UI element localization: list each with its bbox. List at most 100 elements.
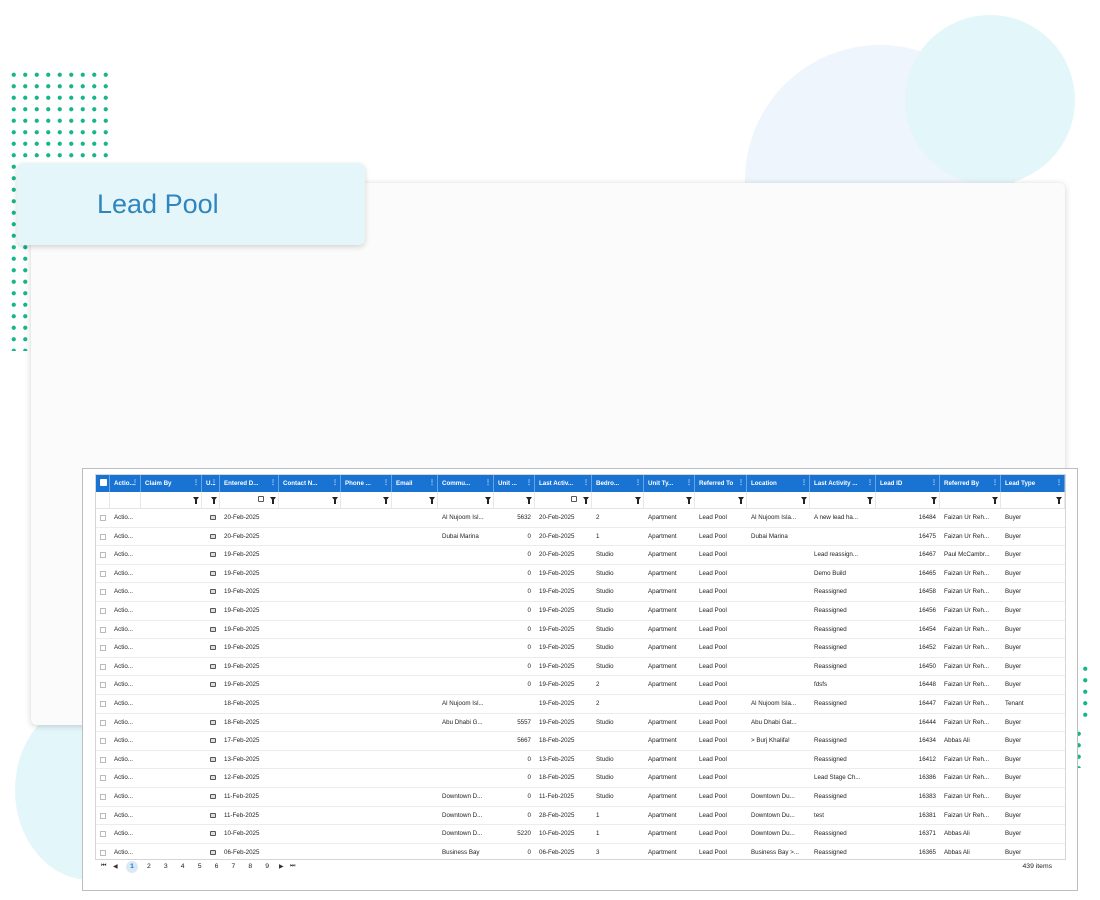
calendar-icon[interactable] <box>258 496 264 502</box>
page-number-button[interactable]: 9 <box>261 861 273 873</box>
column-header-sel[interactable] <box>96 475 110 492</box>
filter-cell-community[interactable] <box>438 492 494 508</box>
cell-action[interactable]: Actio... <box>110 621 141 639</box>
table-row[interactable]: Actio... 19-Feb-2025 0 19-Feb-2025 Studio Apa… <box>96 658 1065 677</box>
filter-cell-sel[interactable] <box>96 492 110 508</box>
filter-icon[interactable] <box>526 497 532 504</box>
row-checkbox[interactable] <box>100 552 106 559</box>
column-header-phone[interactable]: Phone ... ⋮ <box>341 475 392 492</box>
filter-icon[interactable] <box>332 497 338 504</box>
row-checkbox[interactable] <box>100 626 106 633</box>
filter-cell-claim_by[interactable] <box>141 492 202 508</box>
page-number-button[interactable]: 6 <box>211 861 223 873</box>
page-number-button[interactable]: 7 <box>227 861 239 873</box>
cell-action[interactable]: Actio... <box>110 602 141 620</box>
row-checkbox[interactable] <box>100 794 106 800</box>
column-menu-icon[interactable]: ⋮ <box>485 475 491 492</box>
table-row[interactable]: Actio... 19-Feb-2025 0 20-Feb-2025 Studio Apa… <box>96 546 1065 565</box>
column-header-action[interactable]: Actio... ⋮ <box>110 475 141 492</box>
cell-action[interactable]: Actio... <box>110 807 141 825</box>
table-row[interactable]: Actio... 10-Feb-2025 Downtown D... 5220 10-F… <box>96 825 1065 844</box>
filter-icon[interactable] <box>801 497 807 504</box>
cell-action[interactable]: Actio... <box>110 658 141 676</box>
column-header-entered[interactable]: Entered D... ⋮ <box>220 475 279 492</box>
row-checkbox[interactable] <box>100 533 106 540</box>
filter-cell-entered[interactable] <box>220 492 279 508</box>
cell-action[interactable]: Actio... <box>110 788 141 806</box>
filter-icon[interactable] <box>193 497 199 504</box>
column-header-contact[interactable]: Contact N... ⋮ <box>279 475 341 492</box>
cell-action[interactable]: Actio... <box>110 732 141 750</box>
filter-cell-action[interactable] <box>110 492 141 508</box>
row-checkbox[interactable] <box>100 701 106 707</box>
filter-icon[interactable] <box>383 497 389 504</box>
row-checkbox[interactable] <box>100 645 106 652</box>
table-row[interactable]: Actio... 20-Feb-2025 Dubai Marina 0 20-Feb-2… <box>96 528 1065 547</box>
page-number-button[interactable]: 8 <box>244 861 256 873</box>
column-header-community[interactable]: Commu... ⋮ <box>438 475 494 492</box>
row-checkbox[interactable] <box>100 738 106 745</box>
last-page-icon[interactable]: ⏭ <box>290 863 295 870</box>
row-checkbox[interactable] <box>100 756 106 763</box>
column-header-claim_by[interactable]: Claim By ⋮ <box>141 475 202 492</box>
cell-action[interactable]: Actio... <box>110 769 141 787</box>
filter-cell-unit[interactable] <box>494 492 535 508</box>
filter-cell-location[interactable] <box>747 492 810 508</box>
cell-action[interactable]: Actio... <box>110 714 141 732</box>
column-header-u[interactable]: U... ⋮ <box>202 475 220 492</box>
table-row[interactable]: Actio... 19-Feb-2025 0 19-Feb-2025 Studio Apa… <box>96 602 1065 621</box>
filter-icon[interactable] <box>686 497 692 504</box>
column-menu-icon[interactable]: ⋮ <box>211 475 217 492</box>
row-checkbox[interactable] <box>100 849 106 856</box>
calendar-icon[interactable] <box>571 496 577 502</box>
cell-action[interactable]: Actio... <box>110 639 141 657</box>
column-header-referred_by[interactable]: Referred By ⋮ <box>940 475 1001 492</box>
column-menu-icon[interactable]: ⋮ <box>383 475 389 492</box>
filter-cell-last_activity[interactable] <box>535 492 592 508</box>
table-row[interactable]: Actio... 11-Feb-2025 Downtown D... 0 11-Feb-… <box>96 788 1065 807</box>
filter-cell-lead_id[interactable] <box>876 492 940 508</box>
row-checkbox[interactable] <box>100 608 106 614</box>
column-menu-icon[interactable]: ⋮ <box>635 475 641 492</box>
cell-action[interactable]: Actio... <box>110 583 141 601</box>
row-checkbox[interactable] <box>100 812 106 819</box>
filter-cell-referred_to[interactable] <box>695 492 747 508</box>
column-menu-icon[interactable]: ⋮ <box>738 475 744 492</box>
column-header-unit_type[interactable]: Unit Ty... ⋮ <box>644 475 695 492</box>
filter-cell-last_activity_note[interactable] <box>810 492 876 508</box>
next-page-icon[interactable]: ▶ <box>279 863 284 870</box>
column-menu-icon[interactable]: ⋮ <box>686 475 692 492</box>
filter-icon[interactable] <box>635 497 641 504</box>
column-header-location[interactable]: Location ⋮ <box>747 475 810 492</box>
row-checkbox[interactable] <box>100 719 106 726</box>
filter-icon[interactable] <box>1056 497 1062 504</box>
table-row[interactable]: Actio... 17-Feb-2025 5667 18-Feb-2025 Apartm… <box>96 732 1065 751</box>
table-row[interactable]: Actio... 20-Feb-2025 Al Nujoom Isl... 5632 2… <box>96 509 1065 528</box>
column-menu-icon[interactable]: ⋮ <box>132 475 138 492</box>
filter-icon[interactable] <box>270 497 276 504</box>
filter-icon[interactable] <box>931 497 937 504</box>
column-header-lead_type[interactable]: Lead Type ⋮ <box>1001 475 1065 492</box>
column-header-last_activity_note[interactable]: Last Activity ... ⋮ <box>810 475 876 492</box>
table-row[interactable]: Actio... 06-Feb-2025 Business Bay 0 06-Feb-2… <box>96 844 1065 859</box>
page-number-button[interactable]: 4 <box>177 861 189 873</box>
column-header-email[interactable]: Email ⋮ <box>392 475 438 492</box>
column-menu-icon[interactable]: ⋮ <box>332 475 338 492</box>
table-row[interactable]: Actio... 19-Feb-2025 0 19-Feb-2025 2 Apartmen… <box>96 676 1065 695</box>
page-number-button[interactable]: 5 <box>194 861 206 873</box>
column-header-unit[interactable]: Unit ... ⋮ <box>494 475 535 492</box>
filter-cell-phone[interactable] <box>341 492 392 508</box>
cell-action[interactable]: Actio... <box>110 695 141 713</box>
select-all-checkbox[interactable] <box>100 479 107 486</box>
cell-action[interactable]: Actio... <box>110 825 141 843</box>
cell-action[interactable]: Actio... <box>110 844 141 859</box>
filter-cell-bedrooms[interactable] <box>592 492 644 508</box>
prev-page-icon[interactable]: ◀ <box>113 863 118 870</box>
page-number-button[interactable]: 2 <box>143 861 155 873</box>
table-row[interactable]: Actio... 18-Feb-2025 Abu Dhabi G... 5557 19-… <box>96 714 1065 733</box>
cell-action[interactable]: Actio... <box>110 546 141 564</box>
filter-cell-unit_type[interactable] <box>644 492 695 508</box>
filter-icon[interactable] <box>992 497 998 504</box>
column-menu-icon[interactable]: ⋮ <box>931 475 937 492</box>
column-menu-icon[interactable]: ⋮ <box>867 475 873 492</box>
